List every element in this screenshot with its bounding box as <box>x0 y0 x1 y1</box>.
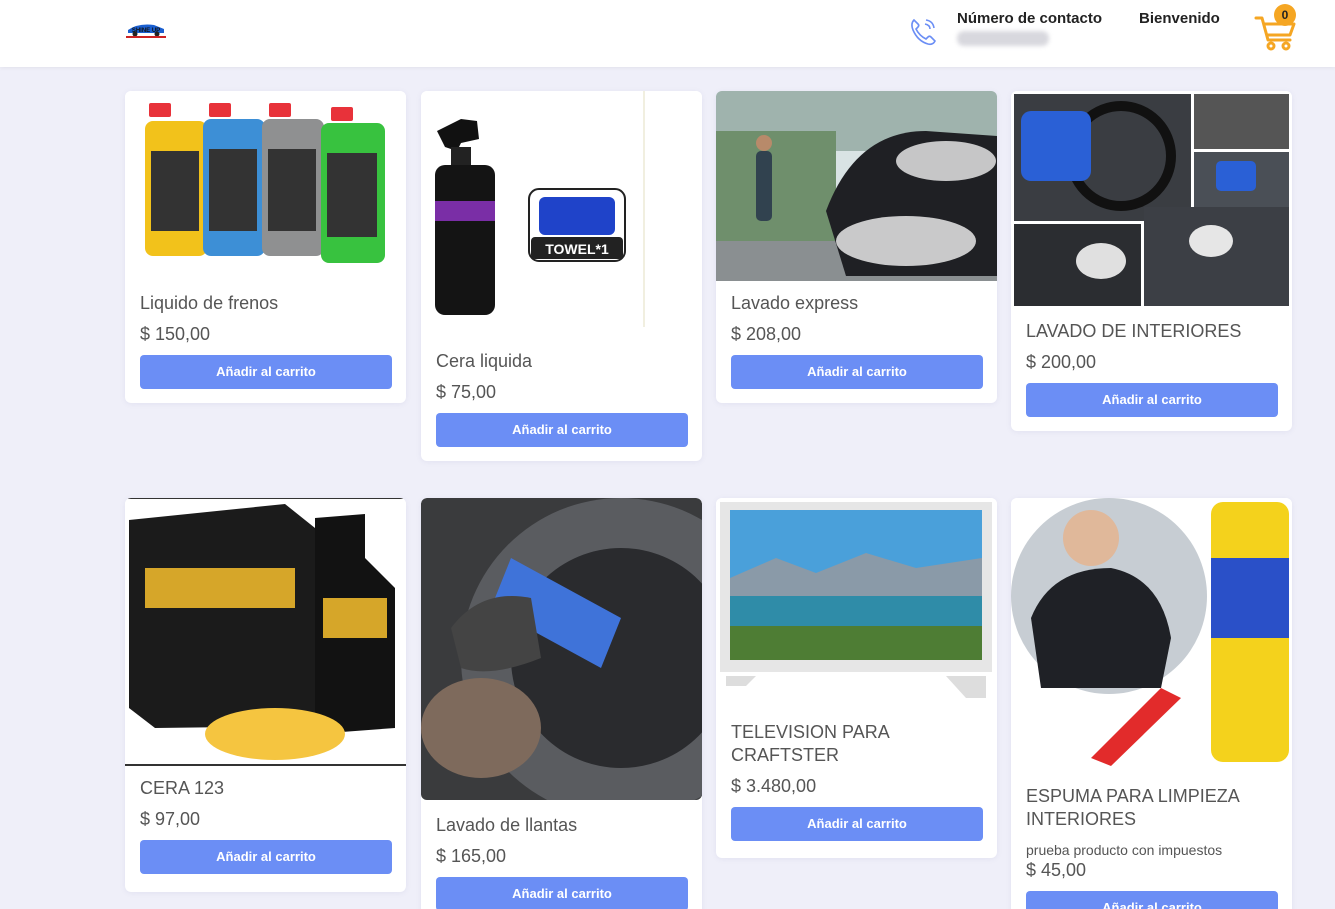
product-image[interactable] <box>421 498 702 800</box>
add-to-cart-button[interactable]: Añadir al carrito <box>1026 383 1278 417</box>
add-to-cart-button[interactable]: Añadir al carrito <box>731 355 983 389</box>
product-title[interactable]: Liquido de frenos <box>140 292 391 315</box>
product-title[interactable]: Cera liquida <box>436 350 687 373</box>
product-card[interactable]: TOWEL*1 Cera liquida $ 75,00 Añadir al c… <box>421 91 702 461</box>
product-title[interactable]: LAVADO DE INTERIORES <box>1026 320 1277 343</box>
product-card[interactable]: Liquido de frenos $ 150,00 Añadir al car… <box>125 91 406 403</box>
meguiars-wax-image <box>125 498 406 766</box>
interior-cleaning-collage-image <box>1011 91 1292 309</box>
product-image[interactable] <box>716 91 997 281</box>
product-price: $ 208,00 <box>731 324 802 344</box>
product-image[interactable] <box>1011 498 1292 774</box>
add-to-cart-button[interactable]: Añadir al carrito <box>436 413 688 447</box>
foam-cleaner-image <box>1011 498 1292 774</box>
cart-count-badge: 0 <box>1274 4 1296 26</box>
product-card[interactable]: LAVADO DE INTERIORES $ 200,00 Añadir al … <box>1011 91 1292 431</box>
product-price: $ 75,00 <box>436 382 497 402</box>
product-card[interactable]: ESPUMA PARA LIMPIEZA INTERIORES prueba p… <box>1011 498 1292 909</box>
product-price: $ 3.480,00 <box>731 776 817 796</box>
product-title[interactable]: Lavado express <box>731 292 982 315</box>
product-card[interactable]: Lavado express $ 208,00 Añadir al carrit… <box>716 91 997 403</box>
product-card[interactable]: Lavado de llantas $ 165,00 Añadir al car… <box>421 498 702 909</box>
top-navbar: SHINE UP Número de contacto Bienvenido 0 <box>0 0 1335 67</box>
wheel-brush-image <box>421 498 702 800</box>
add-to-cart-button[interactable]: Añadir al carrito <box>140 840 392 874</box>
product-description: prueba producto con impuestos <box>1026 842 1223 858</box>
product-title[interactable]: ESPUMA PARA LIMPIEZA INTERIORES <box>1026 785 1277 831</box>
television-image <box>716 498 997 708</box>
svg-text:TOWEL*1: TOWEL*1 <box>545 241 609 257</box>
product-title[interactable]: TELEVISION PARA CRAFTSTER <box>731 721 982 767</box>
contact-label: Número de contacto <box>957 10 1103 27</box>
product-price: $ 200,00 <box>1026 352 1097 372</box>
product-card[interactable]: CERA 123 $ 97,00 Añadir al carrito <box>125 498 406 892</box>
welcome-link[interactable]: Bienvenido <box>1139 10 1220 27</box>
product-title[interactable]: Lavado de llantas <box>436 814 687 837</box>
product-image[interactable] <box>125 498 406 766</box>
add-to-cart-button[interactable]: Añadir al carrito <box>140 355 392 389</box>
add-to-cart-button[interactable]: Añadir al carrito <box>436 877 688 909</box>
brake-fluid-bottles-image <box>125 91 406 281</box>
product-price: $ 45,00 <box>1026 860 1087 880</box>
product-image[interactable] <box>125 91 406 281</box>
phone-icon <box>911 18 936 46</box>
product-title[interactable]: CERA 123 <box>140 777 391 800</box>
svg-text:SHINE UP: SHINE UP <box>132 28 160 34</box>
add-to-cart-button[interactable]: Añadir al carrito <box>731 807 983 841</box>
product-image[interactable] <box>716 498 997 708</box>
product-image[interactable] <box>1011 91 1292 309</box>
product-price: $ 165,00 <box>436 846 507 866</box>
add-to-cart-button[interactable]: Añadir al carrito <box>1026 891 1278 909</box>
product-price: $ 150,00 <box>140 324 211 344</box>
ceramic-spray-image: TOWEL*1 <box>421 91 702 339</box>
contact-number-redacted <box>957 31 1049 46</box>
product-card[interactable]: TELEVISION PARA CRAFTSTER $ 3.480,00 Aña… <box>716 498 997 858</box>
product-image[interactable]: TOWEL*1 <box>421 91 702 339</box>
car-wash-image <box>716 91 997 281</box>
shine-up-logo[interactable]: SHINE UP <box>124 22 168 40</box>
product-price: $ 97,00 <box>140 809 201 829</box>
